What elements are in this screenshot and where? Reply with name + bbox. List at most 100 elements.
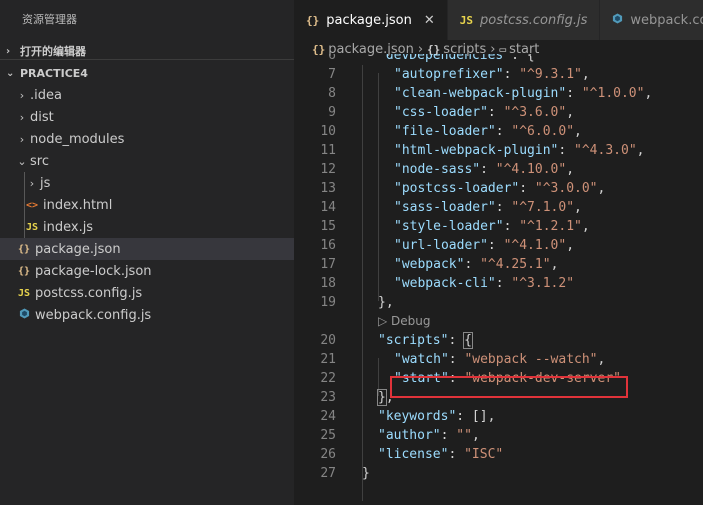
code-line: 24 "keywords": [], xyxy=(294,407,703,426)
tree-item-postcss-config[interactable]: JS postcss.config.js xyxy=(0,282,294,304)
json-punct: }, xyxy=(378,295,394,310)
line-number: 15 xyxy=(320,219,336,234)
code-line: 11 "html-webpack-plugin": "^4.3.0", xyxy=(294,141,703,160)
project-label: PRACTICE4 xyxy=(20,66,88,80)
tree-item-label: package.json xyxy=(35,241,121,257)
close-icon[interactable]: ✕ xyxy=(424,13,435,28)
json-value: "^3.6.0" xyxy=(503,105,567,120)
section-divider xyxy=(0,59,294,60)
json-value: "^6.0.0" xyxy=(511,124,575,139)
json-value: "^3.0.0" xyxy=(534,181,598,196)
tree-item-index-js[interactable]: JS index.js xyxy=(0,216,294,238)
tree-item-label: postcss.config.js xyxy=(35,285,143,301)
line-number: 7 xyxy=(328,67,336,82)
json-punct: : { xyxy=(511,54,535,63)
json-key: "postcss-loader" xyxy=(394,181,520,196)
chevron-right-icon: › xyxy=(29,176,35,190)
code-line: 17 "webpack": "^4.25.1", xyxy=(294,255,703,274)
code-line: 25 "author": "", xyxy=(294,426,703,445)
tree-item-label: index.html xyxy=(43,197,113,213)
json-key: "scripts" xyxy=(378,333,449,348)
explorer-title: 资源管理器 xyxy=(22,13,77,26)
tree-item-src[interactable]: ⌄ src xyxy=(0,150,294,172)
json-punct: } xyxy=(362,466,370,481)
line-number: 26 xyxy=(320,447,336,462)
tree-item-package-json[interactable]: {} package.json xyxy=(0,238,294,260)
json-key: "webpack-cli" xyxy=(394,276,496,291)
tree-item-webpack-config[interactable]: webpack.config.js xyxy=(0,304,294,326)
line-number: 16 xyxy=(320,238,336,253)
tree-item-index-html[interactable]: <> index.html xyxy=(0,194,294,216)
json-key: "keywords" xyxy=(378,409,457,424)
tree-item-node-modules[interactable]: › node_modules xyxy=(0,128,294,150)
json-value: "ISC" xyxy=(464,447,504,462)
chevron-right-icon: › xyxy=(6,45,11,57)
code-line: 27} xyxy=(294,464,703,483)
chevron-down-icon: ⌄ xyxy=(6,67,15,79)
json-value: "^4.1.0" xyxy=(503,238,567,253)
line-number: 23 xyxy=(320,390,336,405)
tree-item-label: dist xyxy=(30,109,54,125)
code-line: 19}, xyxy=(294,293,703,312)
tab-label: webpack.config.js xyxy=(630,12,703,28)
tree-item-label: node_modules xyxy=(30,131,125,147)
json-punct: : xyxy=(448,333,465,348)
json-key: "node-sass" xyxy=(394,162,481,177)
matched-bracket: } xyxy=(377,389,387,406)
line-number: 21 xyxy=(320,352,336,367)
json-key: "sass-loader" xyxy=(394,200,496,215)
json-file-icon: {} xyxy=(306,13,320,27)
code-line: 15 "style-loader": "^1.2.1", xyxy=(294,217,703,236)
line-number: 13 xyxy=(320,181,336,196)
json-value: "^1.0.0" xyxy=(581,86,645,101)
tree-item-label: .idea xyxy=(30,87,62,103)
js-file-icon: JS xyxy=(25,221,39,233)
json-key: "clean-webpack-plugin" xyxy=(394,86,567,101)
tree-item-js-folder[interactable]: › js xyxy=(0,172,294,194)
line-number: 8 xyxy=(328,86,336,101)
line-number: 18 xyxy=(320,276,336,291)
json-key: "file-loader" xyxy=(394,124,496,139)
debug-codelens[interactable]: ▷ Debug xyxy=(294,312,703,331)
json-key: "html-webpack-plugin" xyxy=(394,143,559,158)
code-line: 13 "postcss-loader": "^3.0.0", xyxy=(294,179,703,198)
json-value: "" xyxy=(456,428,472,443)
tab-webpack-config[interactable]: webpack.config.js xyxy=(600,0,703,40)
webpack-cube-icon xyxy=(612,13,623,27)
tab-label: postcss.config.js xyxy=(480,12,588,28)
indent-guide xyxy=(24,172,25,238)
chevron-right-icon: › xyxy=(19,88,25,102)
json-key: "watch" xyxy=(394,352,449,367)
tab-postcss-config[interactable]: JS postcss.config.js xyxy=(447,0,601,40)
json-key: "license" xyxy=(378,447,449,462)
code-line: 7 "autoprefixer": "^9.3.1", xyxy=(294,65,703,84)
line-number: 10 xyxy=(320,124,336,139)
tree-item-package-lock-json[interactable]: {} package-lock.json xyxy=(0,260,294,282)
code-line: 14 "sass-loader": "^7.1.0", xyxy=(294,198,703,217)
json-value: "^9.3.1" xyxy=(519,67,582,82)
tab-package-json[interactable]: {} package.json ✕ xyxy=(294,0,448,40)
json-key: "url-loader" xyxy=(394,238,488,253)
code-line: 18 "webpack-cli": "^3.1.2" xyxy=(294,274,703,293)
line-number: 6 xyxy=(328,54,336,63)
tree-item-idea[interactable]: › .idea xyxy=(0,84,294,106)
project-section[interactable]: ⌄ PRACTICE4 xyxy=(0,62,294,84)
tree-item-dist[interactable]: › dist xyxy=(0,106,294,128)
json-key: "style-loader" xyxy=(394,219,504,234)
line-number: 24 xyxy=(320,409,336,424)
red-highlight-box xyxy=(390,376,628,398)
code-editor[interactable]: 6 "devDependencies": { 7 "autoprefixer": "… xyxy=(294,54,703,505)
json-value: "^4.10.0" xyxy=(495,162,567,177)
line-number: 14 xyxy=(320,200,336,215)
explorer-sidebar: 资源管理器 › 打开的编辑器 ⌄ PRACTICE4 › .idea › dis… xyxy=(0,0,294,505)
json-punct: : [], xyxy=(456,409,496,424)
json-key: "css-loader" xyxy=(394,105,488,120)
json-value: "^4.25.1" xyxy=(480,257,551,272)
chevron-right-icon: › xyxy=(19,110,25,124)
code-line: 21 "watch": "webpack --watch", xyxy=(294,350,703,369)
tab-bar: {} package.json ✕ JS postcss.config.js w… xyxy=(294,0,703,40)
line-number: 25 xyxy=(320,428,336,443)
code-line: 12 "node-sass": "^4.10.0", xyxy=(294,160,703,179)
chevron-down-icon: ⌄ xyxy=(17,154,27,168)
json-value: "^1.2.1" xyxy=(519,219,582,234)
